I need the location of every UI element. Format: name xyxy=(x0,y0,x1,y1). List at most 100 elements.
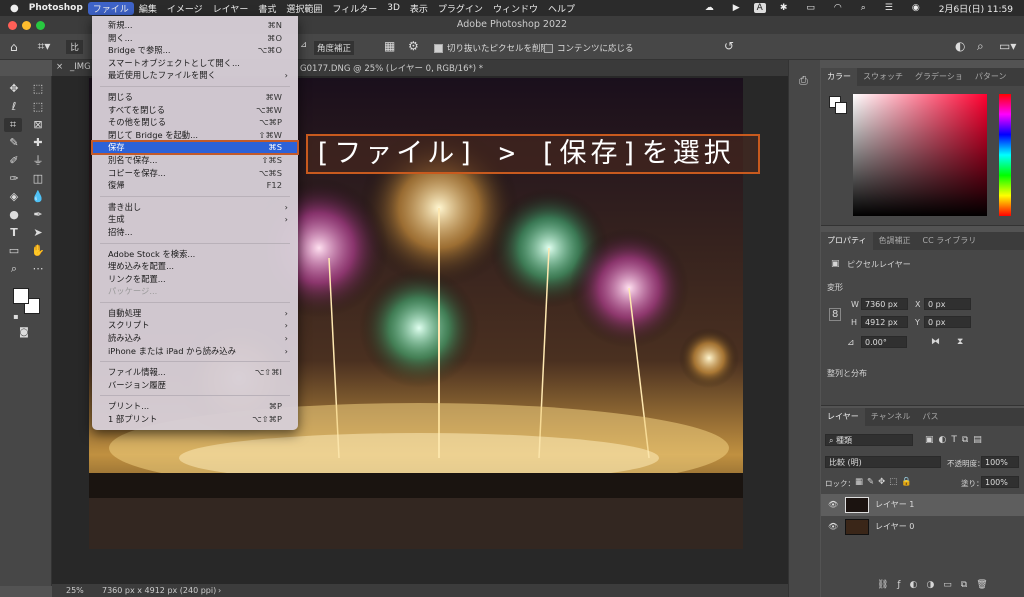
default-colors-icon[interactable]: ▪ xyxy=(8,310,24,324)
apple-icon[interactable]: ● xyxy=(0,3,24,14)
menu-item[interactable]: 閉じる ⌘W xyxy=(92,91,298,104)
visibility-eye-icon[interactable]: 👁 xyxy=(828,516,838,538)
menu-item[interactable]: すべてを閉じる ⌥⌘W xyxy=(92,104,298,117)
menu-item[interactable]: 最近使用したファイルを開く › xyxy=(92,69,298,82)
layer-filter-select[interactable]: ⌕ 種類 xyxy=(825,434,913,446)
close-document-icon[interactable]: × xyxy=(56,62,63,72)
menu-item[interactable]: 自動処理 › xyxy=(92,307,298,320)
siri-icon[interactable]: ◉ xyxy=(907,3,925,13)
menu-item[interactable]: 書き出し › xyxy=(92,201,298,214)
menu-item[interactable]: Bridge で参照... ⌥⌘O xyxy=(92,44,298,57)
spot-healing-tool-icon[interactable]: ✚ xyxy=(30,136,46,150)
hue-slider[interactable] xyxy=(999,94,1011,216)
tab-gradients[interactable]: グラデーショ xyxy=(909,68,969,86)
paint-bucket-tool-icon[interactable]: ◈ xyxy=(6,190,22,204)
menu-item[interactable]: 埋め込みを配置... xyxy=(92,260,298,273)
menu-item[interactable]: リンクを配置... xyxy=(92,273,298,286)
menu-plugins[interactable]: プラグイン xyxy=(433,2,488,15)
dodge-tool-icon[interactable]: ● xyxy=(6,208,22,222)
menu-item[interactable]: 閉じて Bridge を起動... ⇧⌘W xyxy=(92,129,298,142)
menu-3d[interactable]: 3D xyxy=(382,3,405,13)
tab-paths[interactable]: パス xyxy=(917,408,945,426)
app-menu[interactable]: Photoshop xyxy=(24,3,88,13)
layer-row[interactable]: 👁 レイヤー 1 xyxy=(821,494,1024,516)
crop-tool-preset-icon[interactable]: ⌗▾ xyxy=(38,39,51,54)
menu-view[interactable]: 表示 xyxy=(405,2,433,15)
zoom-level[interactable]: 25% xyxy=(66,584,84,597)
foreground-color-swatch[interactable] xyxy=(13,288,29,304)
hand-tool-icon[interactable]: ✋ xyxy=(30,244,46,258)
menu-item[interactable]: 招待... xyxy=(92,226,298,239)
flip-vertical-icon[interactable]: ⧗ xyxy=(957,337,963,347)
tab-properties[interactable]: プロパティ xyxy=(821,232,873,250)
ratio-select[interactable]: 比 xyxy=(66,39,83,54)
y-field[interactable]: 0 px xyxy=(924,316,971,328)
clock[interactable]: 2月6日(日) 11:59 xyxy=(934,2,1018,15)
tab-adjustments[interactable]: 色調補正 xyxy=(873,232,917,250)
menu-select[interactable]: 選択範囲 xyxy=(281,2,327,15)
menu-item[interactable]: スクリプト › xyxy=(92,319,298,332)
flip-horizontal-icon[interactable]: ⧓ xyxy=(931,337,940,347)
tab-patterns[interactable]: パターン xyxy=(969,68,1013,86)
menu-layer[interactable]: レイヤー xyxy=(208,2,254,15)
type-tool-icon[interactable]: T xyxy=(6,226,22,240)
menu-item[interactable]: プリント... ⌘P xyxy=(92,400,298,413)
link-dimensions-icon[interactable]: 8 xyxy=(829,308,842,321)
frame-tool-icon[interactable]: ⊠ xyxy=(30,118,46,132)
menu-file[interactable]: ファイル xyxy=(87,1,134,15)
status-chevron-icon[interactable]: › xyxy=(218,584,221,597)
menu-item[interactable]: 別名で保存... ⇧⌘S xyxy=(92,154,298,167)
rectangle-tool-icon[interactable]: ▭ xyxy=(6,244,22,258)
eyedropper-tool-icon[interactable]: ✎ xyxy=(6,136,22,150)
height-field[interactable]: 4912 px xyxy=(861,316,908,328)
menu-item[interactable]: 読み込み › xyxy=(92,332,298,345)
angle-field[interactable]: 0.00° xyxy=(861,336,907,348)
zoom-window-icon[interactable] xyxy=(36,21,45,30)
width-field[interactable]: 7360 px xyxy=(861,298,908,310)
tab-color[interactable]: カラー xyxy=(821,68,857,86)
input-source-icon[interactable]: A xyxy=(753,3,766,13)
layer-row[interactable]: 👁 レイヤー 0 xyxy=(821,516,1024,538)
menu-item[interactable]: 生成 › xyxy=(92,213,298,226)
menu-filter[interactable]: フィルター xyxy=(327,2,382,15)
artboard-tool-icon[interactable]: ⬚ xyxy=(30,82,46,96)
reset-icon[interactable]: ↺ xyxy=(724,39,734,53)
creative-cloud-icon[interactable]: ☁ xyxy=(700,3,719,13)
menu-item[interactable]: コピーを保存... ⌥⌘S xyxy=(92,167,298,180)
menu-item[interactable]: Adobe Stock を検索... xyxy=(92,248,298,261)
tab-swatches[interactable]: スウォッチ xyxy=(857,68,909,86)
menu-image[interactable]: イメージ xyxy=(162,2,208,15)
menu-window[interactable]: ウィンドウ xyxy=(488,2,543,15)
pen-tool-icon[interactable]: ✒ xyxy=(30,208,46,222)
search-icon[interactable]: ⌕ xyxy=(856,3,871,13)
opacity-field[interactable]: 100% xyxy=(981,456,1019,468)
straighten-icon[interactable]: ⊿ xyxy=(300,40,307,50)
tab-cc-libraries[interactable]: CC ライブラリ xyxy=(917,232,983,250)
menu-item[interactable]: iPhone または iPad から読み込み › xyxy=(92,345,298,358)
blend-mode-select[interactable]: 比較 (明) xyxy=(825,456,941,468)
eraser-tool-icon[interactable]: ◫ xyxy=(30,172,46,186)
brush-tool-icon[interactable]: ✐ xyxy=(6,154,22,168)
content-aware-checkbox[interactable]: コンテンツに応じる xyxy=(544,42,634,54)
zoom-tool-icon[interactable]: ⌕ xyxy=(6,262,22,276)
menu-item[interactable]: ファイル情報... ⌥⇧⌘I xyxy=(92,366,298,379)
menu-item[interactable]: 復帰 F12 xyxy=(92,179,298,192)
menu-item[interactable]: バージョン履歴 xyxy=(92,379,298,392)
grid-overlay-icon[interactable]: ▦ xyxy=(384,39,395,53)
more-tools-icon[interactable]: ⋯ xyxy=(30,262,46,276)
color-bg-swatch[interactable] xyxy=(835,102,847,114)
menu-item[interactable]: その他を閉じる ⌥⌘P xyxy=(92,116,298,129)
quick-mask-icon[interactable]: ◙ xyxy=(16,326,32,340)
crop-tool-icon[interactable]: ⌗ xyxy=(4,118,22,132)
tab-layers[interactable]: レイヤー xyxy=(821,408,865,426)
delete-cropped-checkbox[interactable]: 切り抜いたピクセルを削除 xyxy=(434,42,549,54)
color-field[interactable] xyxy=(853,94,987,216)
wifi-icon[interactable]: ◠ xyxy=(829,3,847,13)
bluetooth-icon[interactable]: ✱ xyxy=(775,3,793,13)
object-select-tool-icon[interactable]: ⬚ xyxy=(30,100,46,114)
lasso-tool-icon[interactable]: ℓ xyxy=(6,100,22,114)
layer-action-icons[interactable]: ⛓ƒ◐◑▭⧉🗑 xyxy=(877,580,997,590)
align-label[interactable]: 整列と分布 xyxy=(827,368,867,379)
layer-name[interactable]: レイヤー 1 xyxy=(875,494,914,516)
menu-item[interactable]: 新規... ⌘N xyxy=(92,19,298,32)
